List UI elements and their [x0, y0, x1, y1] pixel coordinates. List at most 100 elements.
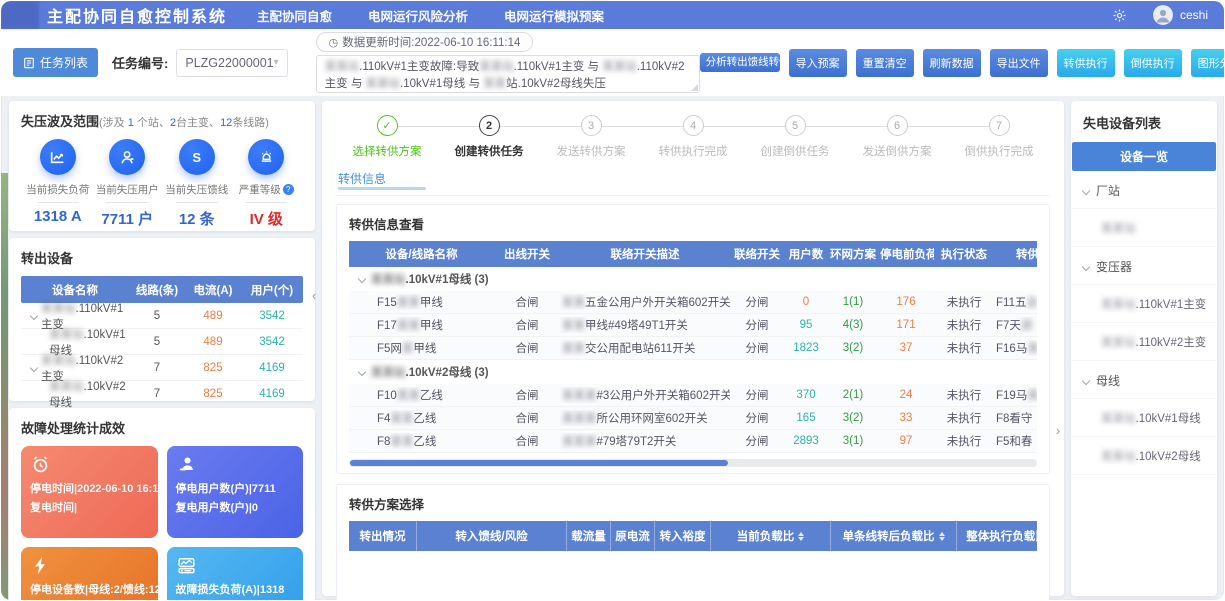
app-container: 主配协同自愈控制系统 主配协同自愈电网运行风险分析电网运行模拟预案 ceshi …	[1, 1, 1224, 600]
table-row[interactable]: F4某某乙线合闸某某某所公用环网室602开关分闸1653(2)33未执行F8看守	[349, 407, 1037, 430]
table-row[interactable]: F10某某乙线合闸某某某#3公用户外开关箱602开关分闸3702(1)24未执行…	[349, 384, 1037, 407]
impact-title: 失压波及范围(涉及 1 个站、2台主变、12条线路)	[21, 111, 303, 130]
device-list-title: 失电设备列表	[1071, 111, 1217, 142]
stat-card-line: 复电用户数(户)|0	[176, 499, 295, 518]
stepper-step: ✓选择转供方案	[336, 115, 438, 159]
tree-item[interactable]: 某某站	[1071, 209, 1217, 247]
loss-load-icon	[40, 139, 76, 175]
stat-value: 7711 户	[101, 208, 153, 229]
table-row[interactable]: 某某站.10kV#2母线78254169	[21, 381, 303, 407]
collapse-left-handle[interactable]: ‹	[312, 289, 316, 302]
stepper-step: 6发送倒供方案	[846, 115, 948, 159]
table-row[interactable]: F17某某甲线合闸某某甲线#49塔49T1开关分闸954(3)171未执行F7天…	[349, 314, 1037, 337]
center-column: ✓选择转供方案2创建转供任务3发送转供方案4转供执行完成5创建倒供任务6发送倒供…	[322, 101, 1064, 596]
toolbar-button[interactable]: 导出文件	[990, 49, 1048, 77]
tree-item[interactable]: 某某站.110kV#1主变	[1071, 285, 1217, 323]
stepper-step: 5创建倒供任务	[744, 115, 846, 159]
table-row[interactable]: F8某某乙线合闸某某某#79塔79T2开关分闸28933(1)97未执行F5和春	[349, 430, 1037, 453]
user-menu[interactable]: ceshi	[1153, 5, 1208, 25]
transfer-info-table: 设备/线路名称出线开关联络开关描述联络开关用户数环网方案停电前负荷执行状态转供馈…	[349, 241, 1037, 453]
fault-stats-panel: 故障处理统计成效 停电时间|2022-06-10 16:11复电时间|停电用户数…	[9, 408, 315, 600]
stat-card-line: 停电时间|2022-06-10 16:11	[30, 480, 149, 499]
stat-label: 当前损失负荷	[26, 182, 89, 197]
table-group-row[interactable]: 某某站.10kV#2母线 (3)	[349, 360, 1037, 384]
left-column: 失压波及范围(涉及 1 个站、2台主变、12条线路) 当前损失负荷 1318 A 当…	[9, 101, 315, 596]
tree-parent[interactable]: 变压器	[1071, 247, 1217, 285]
background-photo-sliver	[1, 173, 8, 600]
lightning-icon	[30, 563, 51, 580]
table-row[interactable]: F15某某甲线合闸某某五金公用户外开关箱602开关分闸01(1)176未执行F1…	[349, 291, 1037, 314]
sort-icon	[798, 532, 804, 541]
stat-value: 1318 A	[34, 208, 82, 225]
nav-item[interactable]: 电网运行模拟预案	[504, 6, 604, 25]
stat-card: 故障损失负荷(A)|1318故障恢复负荷(A)|0	[167, 547, 304, 600]
table-header: 转出情况转入馈线/风险载流量原电流转入裕度当前负载比单条线转后负载比整体执行负载…	[349, 521, 1037, 551]
sortable-column-header[interactable]: 单条线转后负载比	[831, 521, 957, 551]
impact-subtitle: (涉及 1 个站、2台主变、12条线路)	[99, 117, 269, 129]
tab-transfer-info[interactable]: 转供信息	[336, 167, 428, 195]
tree-parent[interactable]: 母线	[1071, 361, 1217, 399]
tree-item[interactable]: 某某站.10kV#2母线	[1071, 437, 1217, 475]
stat-card-line: 故障损失负荷(A)|1318	[176, 581, 295, 600]
device-tree: 厂站某某站变压器某某站.110kV#1主变某某站.110kV#2主变母线某某站.…	[1071, 171, 1217, 475]
chevron-down-icon: ▾	[274, 57, 279, 68]
collapse-right-handle[interactable]: ›	[1056, 424, 1060, 437]
plan-select-panel: 转供方案选择 转出情况转入馈线/风险载流量原电流转入裕度当前负载比单条线转后负载…	[336, 484, 1050, 600]
chevron-down-icon	[1082, 186, 1090, 194]
toolbar-button[interactable]: 图形分析	[1191, 49, 1224, 77]
stepper-step: 4转供执行完成	[642, 115, 744, 159]
stat-card: 停电用户数(户)|7711复电用户数(户)|0	[167, 446, 304, 538]
stat-label: 严重等级?	[239, 182, 294, 197]
transfer-info-panel: 转供信息查看 设备/线路名称出线开关联络开关描述联络开关用户数环网方案停电前负荷…	[336, 204, 1050, 474]
toolbar-button[interactable]: 分析转出馈线转供电方案	[700, 53, 780, 72]
device-overview-header[interactable]: 设备一览	[1072, 142, 1216, 171]
stat-label: 当前失压用户	[96, 182, 159, 197]
fault-description-input[interactable]: 某某站.110kV#1主变故障:导致某某站.110kV#1主变 与 某某站.11…	[316, 55, 700, 93]
chevron-down-icon[interactable]	[358, 275, 366, 283]
task-list-button[interactable]: 任务列表	[13, 48, 98, 77]
chevron-down-icon[interactable]	[358, 368, 366, 376]
transfer-table-hscrollbar[interactable]	[349, 459, 1037, 467]
sortable-column-header[interactable]: 整体执行负载比	[957, 521, 1037, 551]
alarm-icon	[248, 139, 284, 175]
process-stepper: ✓选择转供方案2创建转供任务3发送转供方案4转供执行完成5创建倒供任务6发送倒供…	[336, 107, 1050, 161]
stat-card-line: 停电用户数(户)|7711	[176, 480, 295, 499]
sortable-column-header[interactable]: 当前负载比	[711, 521, 831, 551]
toolbar-button[interactable]: 刷新数据	[923, 49, 981, 77]
scrollbar-thumb[interactable]	[350, 460, 728, 466]
stat-card-line: 复电时间|	[30, 499, 149, 518]
clock-icon: ◷	[329, 36, 339, 49]
stat-value: IV 级	[250, 208, 283, 229]
tab-active-indicator	[338, 187, 426, 190]
out-devices-title: 转出设备	[21, 248, 303, 267]
feeder-icon: S	[179, 139, 215, 175]
app-window: 主配协同自愈控制系统 主配协同自愈电网运行风险分析电网运行模拟预案 ceshi …	[0, 0, 1225, 601]
table-group-row[interactable]: 某某站.10kV#1母线 (3)	[349, 267, 1037, 291]
stat-label: 当前失压馈线	[165, 182, 228, 197]
nav-item[interactable]: 电网运行风险分析	[368, 6, 468, 25]
top-header: 主配协同自愈控制系统 主配协同自愈 电网运行风险分析 电网运行模拟预案 ceshi	[1, 1, 1224, 29]
table-row[interactable]: F5网某甲线合闸某某交公用配电站611开关分闸18233(2)37未执行F16马…	[349, 337, 1037, 360]
plan-select-table: 转出情况转入馈线/风险载流量原电流转入裕度当前负载比单条线转后负载比整体执行负载…	[349, 521, 1037, 551]
toolbar-button[interactable]: 重置清空	[856, 49, 914, 77]
tree-item[interactable]: 某某站.10kV#1母线	[1071, 399, 1217, 437]
chevron-down-icon[interactable]	[30, 363, 38, 371]
toolbar-button[interactable]: 倒供执行	[1124, 49, 1182, 77]
avatar	[1153, 5, 1173, 25]
task-no-select[interactable]: PLZG22000001 ▾	[176, 49, 287, 77]
chevron-down-icon[interactable]	[30, 311, 38, 319]
data-update-time-chip: ◷ 数据更新时间:2022-06-10 16:11:14	[316, 32, 534, 52]
tree-item[interactable]: 某某站.110kV#2主变	[1071, 323, 1217, 361]
logo	[1, 1, 39, 29]
chevron-down-icon	[1082, 262, 1090, 270]
app-title: 主配协同自愈控制系统	[47, 3, 227, 27]
tree-parent[interactable]: 厂站	[1071, 171, 1217, 209]
column-header: 转入裕度	[655, 521, 711, 551]
toolbar-button[interactable]: 导入预案	[789, 49, 847, 77]
users-icon	[176, 462, 197, 479]
gear-icon[interactable]	[1112, 8, 1127, 23]
chevron-down-icon	[1082, 376, 1090, 384]
help-icon[interactable]: ?	[283, 184, 294, 195]
nav-item[interactable]: 主配协同自愈	[257, 6, 332, 25]
toolbar-button[interactable]: 转供执行	[1057, 49, 1115, 77]
